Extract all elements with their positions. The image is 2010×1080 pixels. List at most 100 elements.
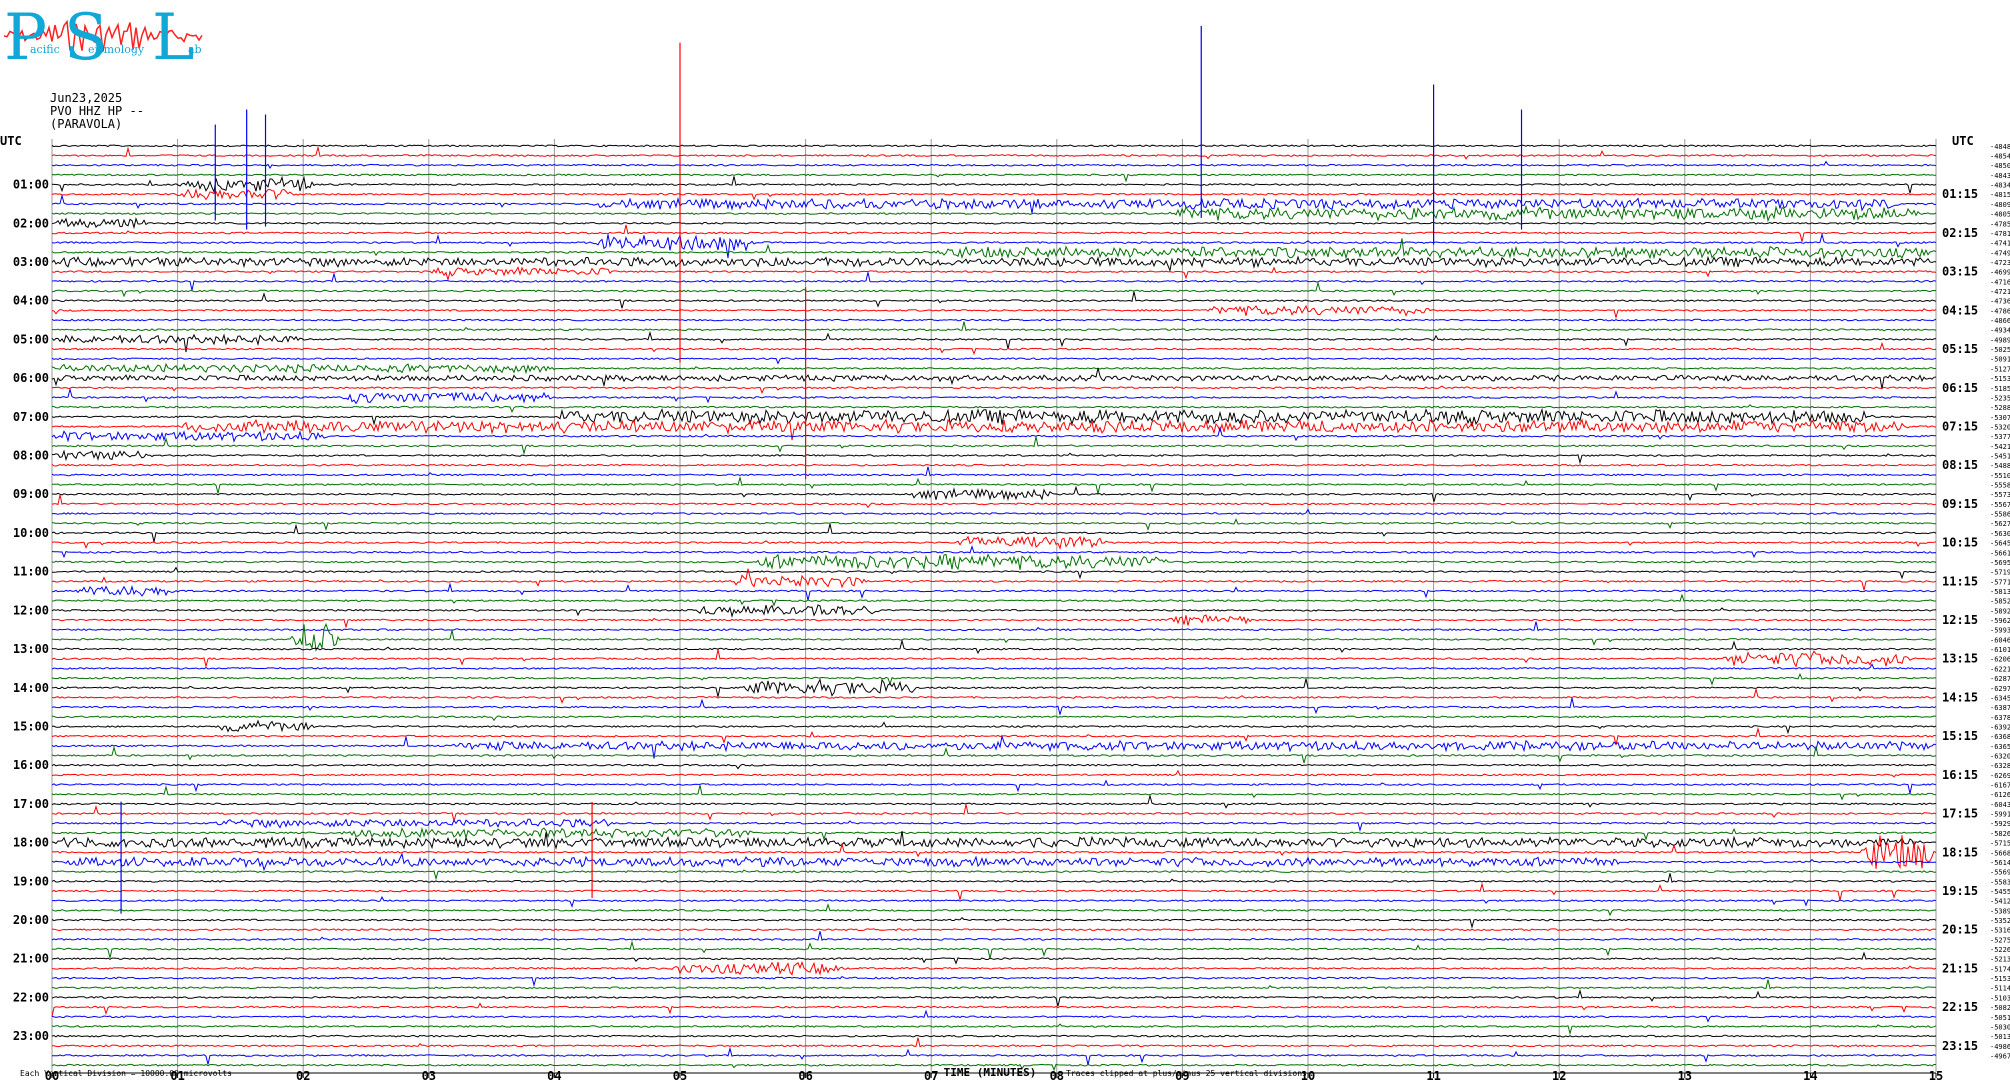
trace-2 [51, 160, 1937, 169]
right-hour-label-1815: 18:15 [1942, 845, 1978, 859]
trace-27 [51, 404, 1937, 414]
right-hour-label-2015: 20:15 [1942, 923, 1978, 937]
offset-label-92: -5013 [1990, 1033, 2010, 1041]
offset-label-75: -5569 [1990, 869, 2010, 877]
trace-8 [51, 217, 1937, 230]
offset-label-80: -5352 [1990, 917, 2010, 925]
offset-label-66: -6167 [1990, 782, 2010, 790]
trace-75 [51, 869, 1937, 881]
offset-label-39: -5627 [1990, 520, 2010, 528]
trace-49 [51, 614, 1937, 629]
trace-18 [51, 318, 1937, 322]
left-hour-label-0800: 08:00 [13, 449, 49, 463]
offset-label-84: -5213 [1990, 956, 2010, 964]
offset-label-31: -5421 [1990, 443, 2010, 451]
left-hour-label-1900: 19:00 [13, 874, 49, 888]
helicorder-chart: UTC UTC 01:00 02:00 03:00 04:00 05:00 06:00 07:0… [0, 25, 2010, 1080]
footer-scale-note: Each Vertical Division = 10000.00 microv… [20, 1069, 232, 1078]
trace-91 [51, 1023, 1937, 1036]
trace-50 [51, 621, 1937, 632]
offset-label-13: -4699 [1990, 269, 2010, 277]
offset-label-63: -6320 [1990, 752, 2010, 760]
x-tick-label-12: 12 [1552, 1069, 1566, 1080]
offset-label-12: -4723 [1990, 259, 2010, 267]
offset-label-27: -5288 [1990, 404, 2010, 412]
offset-label-21: -5025 [1990, 346, 2010, 354]
trace-63 [51, 745, 1937, 764]
left-hour-label-0500: 05:00 [13, 332, 49, 346]
offset-label-42: -5661 [1990, 549, 2010, 557]
trace-47 [51, 593, 1936, 607]
trace-46 [51, 582, 1937, 601]
trace-88 [51, 988, 1937, 1007]
trace-79 [51, 903, 1937, 917]
offset-label-46: -5813 [1990, 588, 2010, 596]
logo-letter-l: L [152, 1, 195, 75]
offset-label-45: -5771 [1990, 578, 2010, 586]
trace-56 [51, 677, 1937, 697]
offset-label-47: -5852 [1990, 598, 2010, 606]
right-hour-label-0515: 05:15 [1942, 342, 1978, 356]
left-hour-label-1500: 15:00 [13, 719, 49, 733]
trace-23 [51, 362, 1937, 375]
x-tick-label-05: 05 [673, 1069, 687, 1080]
trace-81 [51, 928, 1937, 932]
trace-52 [51, 638, 1937, 655]
right-hour-label-1015: 10:15 [1942, 536, 1978, 550]
x-tick-label-08: 08 [1050, 1069, 1064, 1080]
offset-label-81: -5316 [1990, 927, 2010, 935]
left-hour-label-0100: 01:00 [13, 178, 49, 192]
offset-label-1: -4854 [1990, 153, 2010, 161]
offset-label-55: -6287 [1990, 675, 2010, 683]
trace-59 [51, 715, 1937, 722]
trace-40 [51, 523, 1937, 543]
offset-label-25: -5185 [1990, 385, 2010, 393]
trace-51 [51, 622, 1937, 652]
left-hour-label-1100: 11:00 [13, 565, 49, 579]
offset-label-54: -6221 [1990, 665, 2010, 673]
offset-label-78: -5412 [1990, 898, 2010, 906]
offset-label-91: -5030 [1990, 1023, 2010, 1031]
offset-label-88: -5103 [1990, 994, 2010, 1002]
offset-label-35: -5558 [1990, 482, 2010, 490]
x-tick-label-07: 07 [924, 1069, 938, 1080]
left-hour-label-0300: 03:00 [13, 255, 49, 269]
offset-label-74: -5614 [1990, 859, 2010, 867]
psl-logo: P acific S eismology L ab [4, 2, 204, 80]
trace-85 [51, 960, 1937, 976]
left-hour-label-1800: 18:00 [13, 836, 49, 850]
offset-label-40: -5630 [1990, 530, 2010, 538]
logo-letter-s: S [64, 1, 108, 75]
right-hour-label-0615: 06:15 [1942, 381, 1978, 395]
trace-42 [51, 544, 1937, 559]
left-hour-label-0200: 02:00 [13, 216, 49, 230]
offset-label-69: -5991 [1990, 811, 2010, 819]
right-hour-label-0915: 09:15 [1942, 497, 1978, 511]
left-hour-label-1000: 10:00 [13, 526, 49, 540]
offset-label-62: -6365 [1990, 743, 2010, 751]
header-location: (PARAVOLA) [50, 117, 123, 131]
offset-label-70: -5929 [1990, 820, 2010, 828]
offset-label-68: -6043 [1990, 801, 2010, 809]
trace-58 [51, 697, 1937, 715]
offset-label-50: -5993 [1990, 627, 2010, 635]
offset-label-8: -4785 [1990, 220, 2010, 228]
trace-74 [51, 852, 1936, 872]
trace-16 [51, 291, 1937, 309]
trace-3 [51, 173, 1936, 183]
right-hour-label-1315: 13:15 [1942, 652, 1978, 666]
x-tick-label-13: 13 [1678, 1069, 1692, 1080]
trace-89 [51, 1002, 1936, 1017]
footer-clip-note: Traces clipped at plus/minus 25 vertical… [1066, 1069, 1307, 1078]
offset-label-56: -6297 [1990, 685, 2010, 693]
offset-label-15: -4721 [1990, 288, 2010, 296]
offset-label-9: -4781 [1990, 230, 2010, 238]
trace-82 [51, 931, 1937, 942]
trace-83 [51, 940, 1937, 959]
offset-label-41: -5645 [1990, 540, 2010, 548]
offset-label-7: -4805 [1990, 211, 2010, 219]
trace-78 [51, 896, 1937, 908]
left-hour-label-1200: 12:00 [13, 603, 49, 617]
right-axis-title: UTC [1952, 134, 1974, 148]
trace-34 [51, 466, 1937, 477]
